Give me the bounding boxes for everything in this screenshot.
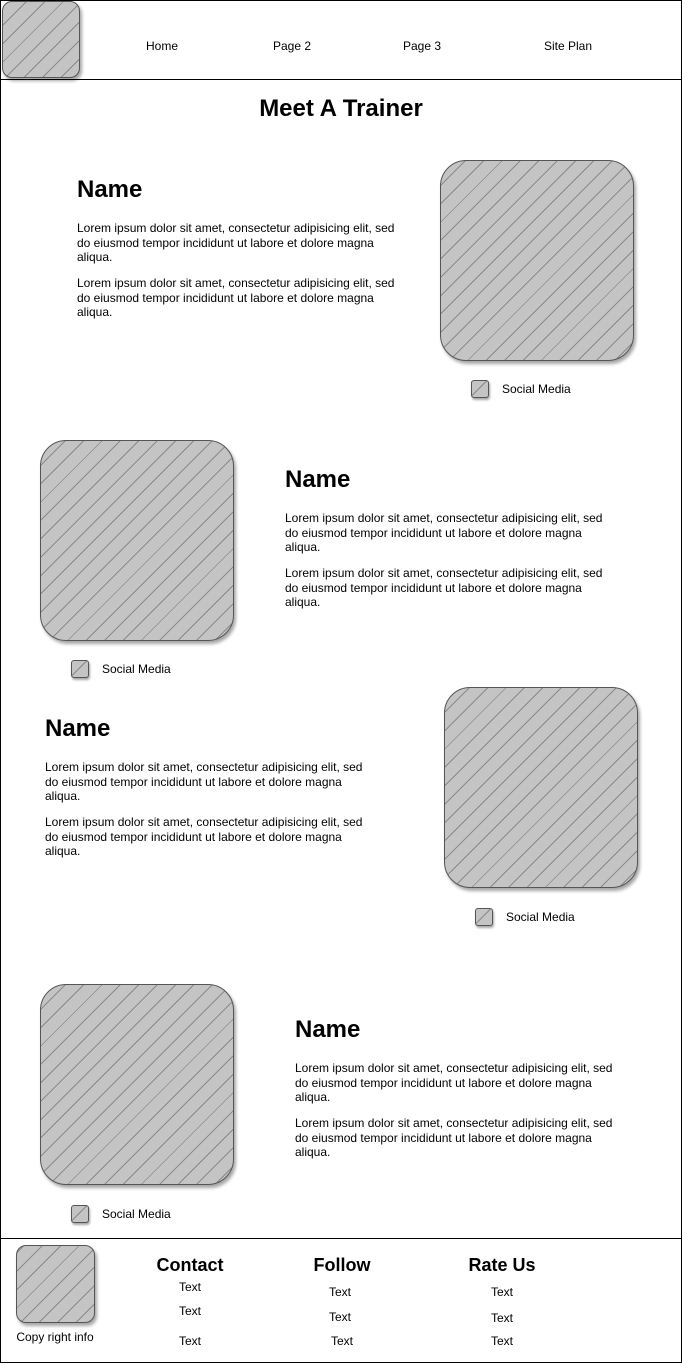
footer-rate-item[interactable]: Text — [442, 1311, 562, 1325]
trainer-bio-paragraph: Lorem ipsum dolor sit amet, consectetur … — [45, 760, 363, 803]
trainer-photo-placeholder — [440, 160, 634, 361]
footer-logo-placeholder — [16, 1245, 95, 1323]
footer-follow-title: Follow — [313, 1255, 371, 1275]
nav-home[interactable]: Home — [132, 39, 192, 53]
social-media-link[interactable]: Social Media — [102, 1207, 171, 1221]
trainer-bio-paragraph: Lorem ipsum dolor sit amet, consectetur … — [77, 276, 395, 319]
page-title: Meet A Trainer — [259, 95, 423, 122]
trainer-bio-paragraph: Lorem ipsum dolor sit amet, consectetur … — [285, 566, 603, 609]
trainer-bio-paragraph: Lorem ipsum dolor sit amet, consectetur … — [45, 815, 363, 858]
footer-rate-item[interactable]: Text — [442, 1334, 562, 1348]
footer-follow-item[interactable]: Text — [280, 1285, 400, 1299]
trainer-photo-placeholder — [40, 440, 234, 641]
footer-follow-item[interactable]: Text — [280, 1310, 400, 1324]
header-divider — [0, 79, 682, 80]
nav-site-plan[interactable]: Site Plan — [533, 39, 603, 53]
social-media-link[interactable]: Social Media — [506, 910, 575, 924]
trainer-name: Name — [77, 176, 143, 203]
nav-page-2[interactable]: Page 2 — [262, 39, 322, 53]
nav-page-3[interactable]: Page 3 — [392, 39, 452, 53]
trainer-bio-paragraph: Lorem ipsum dolor sit amet, consectetur … — [295, 1061, 613, 1104]
trainer-bio-paragraph: Lorem ipsum dolor sit amet, consectetur … — [285, 511, 603, 554]
social-media-icon[interactable] — [71, 660, 89, 678]
social-media-icon[interactable] — [475, 908, 493, 926]
social-media-link[interactable]: Social Media — [102, 662, 171, 676]
footer-divider — [0, 1238, 682, 1239]
trainer-photo-placeholder — [444, 687, 638, 888]
footer-contact-item[interactable]: Text — [130, 1280, 250, 1294]
copyright-info: Copy right info — [16, 1330, 94, 1344]
logo-image-placeholder[interactable] — [2, 1, 80, 78]
footer-rate-item[interactable]: Text — [442, 1285, 562, 1299]
social-media-icon[interactable] — [471, 380, 489, 398]
trainer-name: Name — [285, 466, 351, 493]
footer-contact-item[interactable]: Text — [130, 1304, 250, 1318]
trainer-photo-placeholder — [40, 984, 234, 1185]
footer-rate-title: Rate Us — [468, 1255, 536, 1275]
footer-contact-item[interactable]: Text — [130, 1334, 250, 1348]
trainer-name: Name — [45, 715, 111, 742]
trainer-bio-paragraph: Lorem ipsum dolor sit amet, consectetur … — [295, 1116, 613, 1159]
footer-contact-title: Contact — [156, 1255, 224, 1275]
social-media-icon[interactable] — [71, 1205, 89, 1223]
footer-follow-item[interactable]: Text — [282, 1334, 402, 1348]
trainer-bio-paragraph: Lorem ipsum dolor sit amet, consectetur … — [77, 221, 395, 264]
social-media-link[interactable]: Social Media — [502, 382, 571, 396]
trainer-name: Name — [295, 1016, 361, 1043]
